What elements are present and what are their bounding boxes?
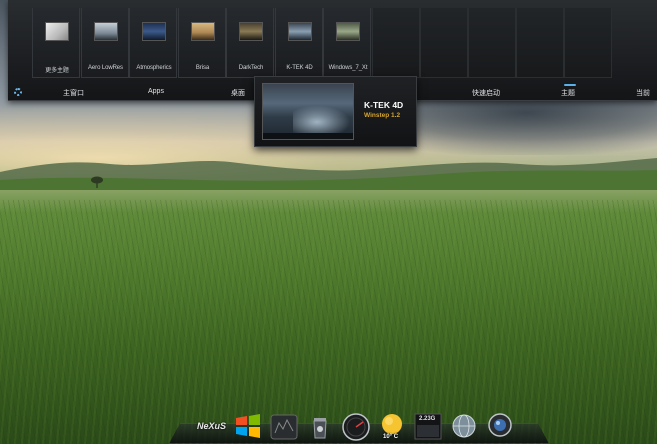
tab-themes[interactable]: 主题 (561, 88, 575, 98)
memory-label: 2.23G (419, 416, 436, 422)
globe-icon[interactable] (449, 411, 479, 441)
cpu-meter-icon[interactable] (341, 411, 371, 441)
tab-desktop[interactable]: 桌面 (231, 88, 245, 98)
tab-current[interactable]: 当前 (636, 88, 650, 98)
empty-theme-slot (419, 8, 468, 78)
theme-preview-tooltip: K-TEK 4D Winstep 1.2 (254, 76, 417, 147)
theme-item-label: DarkTech (238, 65, 264, 71)
webcam-icon[interactable] (485, 411, 515, 441)
empty-theme-slot (515, 8, 564, 78)
clock-icon[interactable] (269, 411, 299, 441)
gear-icon[interactable] (14, 88, 22, 96)
theme-item-label: 更多主题 (45, 68, 69, 74)
theme-item-label: Windows_7_Xt (328, 65, 368, 71)
nexus-label: NeXuS (197, 421, 227, 431)
empty-theme-slot (371, 8, 420, 78)
theme-item-label: Aero LowRes (88, 65, 123, 71)
theme-item-atmospherics[interactable]: Atmospherics (129, 8, 177, 78)
theme-item-label: Brisa (195, 65, 210, 71)
theme-item-more[interactable]: 更多主题 (32, 8, 80, 78)
nexus-logo-icon[interactable]: NeXuS (197, 411, 227, 441)
tab-quick-launch[interactable]: 快速启动 (472, 88, 500, 98)
weather-temp: 10° C (383, 434, 399, 440)
windows-7-xt-thumbnail (336, 22, 360, 41)
theme-item-ktek-4d[interactable]: K-TEK 4D (274, 8, 323, 78)
theme-item-windows-7-xt[interactable]: Windows_7_Xt (323, 8, 371, 78)
tab-main-window[interactable]: 主窗口 (63, 88, 84, 98)
preview-wave (293, 104, 353, 134)
aero-lowres-thumbnail (93, 22, 118, 41)
theme-item-label: Atmospherics (136, 65, 172, 71)
theme-list: 更多主题 Aero LowRes Atmospherics Brisa Dark… (32, 8, 612, 78)
more-themes-icon (45, 22, 69, 41)
memory-meter-icon[interactable]: 2.23G (413, 411, 443, 441)
active-tab-indicator (564, 84, 576, 86)
tree-icon (91, 176, 103, 188)
tooltip-subtitle: Winstep 1.2 (364, 112, 401, 119)
darktech-thumbnail (239, 22, 263, 41)
empty-theme-slot (563, 8, 612, 78)
theme-item-aero-lowres[interactable]: Aero LowRes (80, 8, 129, 78)
theme-item-label: K-TEK 4D (286, 65, 313, 71)
theme-item-darktech[interactable]: DarkTech (226, 8, 274, 78)
atmospherics-thumbnail (142, 22, 166, 41)
brisa-thumbnail (190, 22, 215, 41)
preview-taskbar (263, 133, 353, 139)
tab-apps[interactable]: Apps (148, 88, 164, 95)
empty-theme-slot (467, 8, 516, 78)
recycle-bin-icon[interactable] (305, 411, 335, 441)
theme-preview-image (262, 83, 354, 140)
tooltip-title: K-TEK 4D (364, 100, 404, 110)
weather-icon[interactable]: 10° C (377, 411, 407, 441)
theme-item-brisa[interactable]: Brisa (177, 8, 226, 78)
ktek-4d-thumbnail (287, 22, 312, 41)
dock: NeXuS 10° C 2.23G (197, 401, 521, 441)
windows-logo-icon[interactable] (233, 411, 263, 441)
